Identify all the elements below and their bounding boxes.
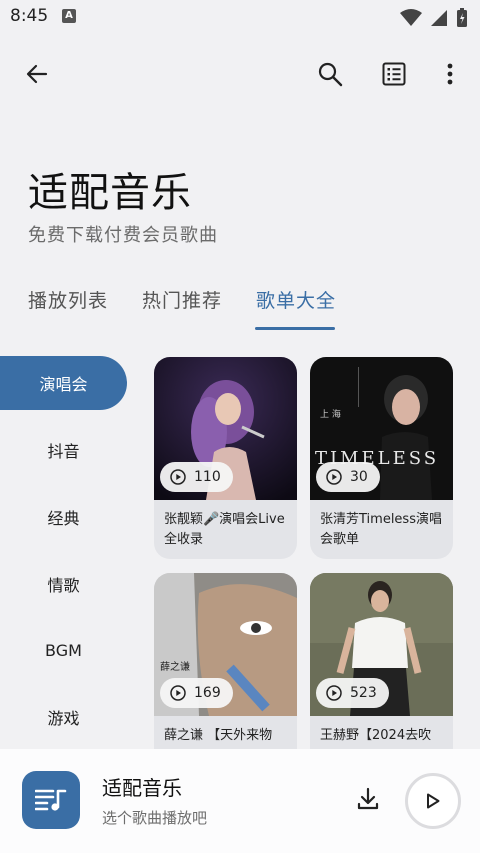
- play-circle-icon: [170, 685, 186, 701]
- tab-hot-recommend[interactable]: 热门推荐: [142, 286, 222, 313]
- player-artwork[interactable]: [22, 771, 80, 829]
- playlist-cover: 上 海 TIMELESS 30: [310, 357, 453, 500]
- status-bar: 8:45 A: [0, 0, 480, 34]
- signal-icon: [431, 10, 447, 26]
- category-love-songs[interactable]: 情歌: [0, 557, 127, 611]
- player-title: 适配音乐: [102, 776, 182, 800]
- play-count: 169: [194, 685, 221, 701]
- download-icon: [357, 787, 379, 810]
- play-count-chip: 523: [316, 678, 389, 708]
- play-circle-icon: [170, 469, 186, 485]
- back-arrow-icon: [26, 64, 48, 84]
- category-bgm[interactable]: BGM: [0, 623, 127, 677]
- app-bar: [0, 50, 480, 100]
- page-title: 适配音乐: [28, 170, 192, 216]
- list-button[interactable]: [374, 54, 414, 94]
- list-icon: [382, 62, 406, 86]
- player-subtitle: 选个歌曲播放吧: [102, 809, 208, 827]
- notification-icon: A: [62, 9, 76, 23]
- play-count-chip: 110: [160, 462, 233, 492]
- playlist-title: 王赫野【2024去吹: [320, 728, 432, 743]
- more-vert-icon: [447, 63, 453, 85]
- play-circle-icon: [326, 469, 342, 485]
- tab-playlist-collection[interactable]: 歌单大全: [256, 286, 336, 313]
- playlist-title: 张清芳Timeless演唱会歌单: [320, 512, 442, 547]
- play-count-chip: 30: [316, 462, 380, 492]
- category-douyin[interactable]: 抖音: [0, 423, 127, 477]
- mini-player: 适配音乐 选个歌曲播放吧: [0, 749, 480, 853]
- playlist-cover: 523: [310, 573, 453, 716]
- play-button[interactable]: [405, 773, 461, 829]
- search-icon: [318, 62, 343, 87]
- category-classic[interactable]: 经典: [0, 490, 127, 544]
- battery-icon: [457, 8, 467, 27]
- play-icon: [427, 793, 440, 809]
- tab-indicator: [255, 327, 335, 330]
- more-button[interactable]: [430, 54, 470, 94]
- playlist-music-icon: [35, 789, 67, 811]
- play-count-chip: 169: [160, 678, 233, 708]
- category-game[interactable]: 游戏: [0, 690, 127, 744]
- play-circle-icon: [326, 685, 342, 701]
- cover-text: 薛之谦: [160, 660, 190, 673]
- page-subtitle: 免费下载付费会员歌曲: [28, 225, 218, 246]
- download-button[interactable]: [350, 781, 386, 817]
- category-concert[interactable]: 演唱会: [0, 356, 127, 410]
- tab-bar: 播放列表 热门推荐 歌单大全: [0, 282, 480, 332]
- playlist-card[interactable]: 110 张靓颖🎤演唱会Live全收录: [154, 357, 297, 559]
- play-count: 30: [350, 469, 368, 485]
- tab-playlist[interactable]: 播放列表: [28, 286, 108, 313]
- playlist-card[interactable]: 上 海 TIMELESS 30 张清芳Timeless演唱会歌单: [310, 357, 453, 559]
- back-button[interactable]: [17, 54, 57, 94]
- playlist-title: 张靓颖🎤演唱会Live全收录: [164, 512, 285, 547]
- status-time: 8:45: [10, 6, 49, 26]
- play-count: 110: [194, 469, 221, 485]
- search-button[interactable]: [310, 54, 350, 94]
- play-count: 523: [350, 685, 377, 701]
- playlist-card[interactable]: 523 王赫野【2024去吹: [310, 573, 453, 749]
- playlist-title: 薛之谦 【天外来物: [164, 728, 273, 743]
- status-icons: [400, 8, 468, 28]
- playlist-cover: 薛之谦 169: [154, 573, 297, 716]
- wifi-icon: [400, 9, 422, 26]
- playlist-cover: 110: [154, 357, 297, 500]
- svg-text:上 海: 上 海: [320, 408, 341, 420]
- playlist-card[interactable]: 薛之谦 169 薛之谦 【天外来物: [154, 573, 297, 749]
